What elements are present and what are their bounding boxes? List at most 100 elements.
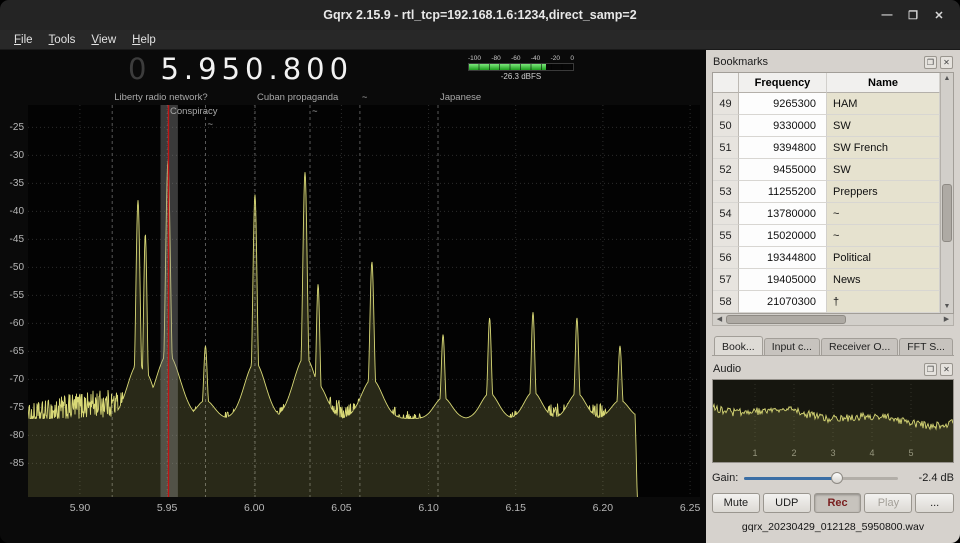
mute-button[interactable]: Mute bbox=[712, 493, 760, 513]
scroll-down-icon[interactable]: ▼ bbox=[941, 301, 953, 313]
bookmark-name: † bbox=[827, 291, 940, 313]
frequency-display[interactable]: 05.950.800 bbox=[128, 52, 353, 86]
bookmark-row[interactable]: 5619344800Political bbox=[713, 247, 940, 269]
bookmark-name: News bbox=[827, 269, 940, 291]
bookmark-frequency: 13780000 bbox=[739, 203, 827, 225]
bookmark-name: ~ bbox=[827, 225, 940, 247]
bookmark-frequency: 9394800 bbox=[739, 137, 827, 159]
bookmark-name: ~ bbox=[827, 203, 940, 225]
meter-scale-label: -100 bbox=[468, 55, 481, 62]
y-axis-label: -45 bbox=[0, 234, 24, 245]
meter-fill bbox=[469, 64, 546, 70]
bookmark-name: HAM bbox=[827, 93, 940, 115]
bookmark-frequency: 9455000 bbox=[739, 159, 827, 181]
bookmark-row[interactable]: 519394800SW French bbox=[713, 137, 940, 159]
tab-ffts[interactable]: FFT S... bbox=[899, 338, 953, 355]
menu-tools[interactable]: Tools bbox=[41, 32, 84, 48]
tab-receivero[interactable]: Receiver O... bbox=[821, 338, 898, 355]
meter-scale-label: -20 bbox=[551, 55, 560, 62]
bookmark-frequency: 9330000 bbox=[739, 115, 827, 137]
meter-scale-label: 0 bbox=[570, 55, 574, 62]
bookmark-frequency: 9265300 bbox=[739, 93, 827, 115]
bookmark-row[interactable]: 5515020000~ bbox=[713, 225, 940, 247]
bookmark-tag[interactable]: ~ bbox=[362, 92, 368, 103]
bookmark-frequency: 19405000 bbox=[739, 269, 827, 291]
x-axis-label: 6.15 bbox=[506, 502, 526, 514]
scroll-left-icon[interactable]: ◀ bbox=[713, 314, 726, 325]
y-axis-label: -65 bbox=[0, 346, 24, 357]
meter-bar bbox=[468, 63, 574, 71]
bookmarks-col-name[interactable]: Name bbox=[827, 73, 940, 93]
bookmarks-header: Bookmarks ❐ ✕ bbox=[712, 54, 954, 70]
maximize-icon[interactable]: ❐ bbox=[900, 9, 926, 22]
horizontal-scrollbar-thumb[interactable] bbox=[726, 315, 846, 324]
menu-help[interactable]: Help bbox=[124, 32, 164, 48]
titlebar[interactable]: Gqrx 2.15.9 - rtl_tcp=192.168.1.6:1234,d… bbox=[0, 0, 960, 30]
bookmark-tag[interactable]: ~ bbox=[312, 106, 318, 117]
bookmark-frequency: 19344800 bbox=[739, 247, 827, 269]
bookmarks-col-frequency[interactable]: Frequency bbox=[739, 73, 827, 93]
window-controls: — ❐ ✕ bbox=[874, 0, 952, 30]
bookmark-name: Preppers bbox=[827, 181, 940, 203]
y-axis-label: -60 bbox=[0, 318, 24, 329]
bookmark-row[interactable]: 5719405000News bbox=[713, 269, 940, 291]
horizontal-scrollbar[interactable]: ◀ ▶ bbox=[712, 314, 954, 326]
bookmarks-float-icon[interactable]: ❐ bbox=[924, 56, 937, 69]
bookmark-tag[interactable]: Japanese bbox=[440, 92, 481, 103]
gain-slider-handle[interactable] bbox=[831, 472, 843, 484]
bookmarks-table: Frequency Name 499265300HAM509330000SW51… bbox=[712, 72, 954, 314]
bookmark-tag[interactable]: Cuban propaganda bbox=[257, 92, 338, 103]
y-axis-label: -70 bbox=[0, 374, 24, 385]
menu-file[interactable]: File bbox=[6, 32, 41, 48]
bookmark-row[interactable]: 499265300HAM bbox=[713, 93, 940, 115]
bookmark-row[interactable]: 529455000SW bbox=[713, 159, 940, 181]
vertical-scrollbar[interactable]: ▲ ▼ bbox=[940, 73, 953, 313]
audio-close-icon[interactable]: ✕ bbox=[940, 363, 953, 376]
bookmark-tag[interactable]: ~ bbox=[207, 119, 213, 130]
bookmark-row-number: 54 bbox=[713, 203, 739, 225]
bookmark-row-number: 55 bbox=[713, 225, 739, 247]
meter-scale: -100-80-60-40-200 bbox=[468, 55, 574, 62]
dock-tabs: Book...Input c...Receiver O...FFT S... bbox=[712, 334, 954, 356]
audio-float-icon[interactable]: ❐ bbox=[924, 363, 937, 376]
y-axis-label: -85 bbox=[0, 458, 24, 469]
bookmark-frequency: 21070300 bbox=[739, 291, 827, 313]
bookmark-row[interactable]: 5311255200Preppers bbox=[713, 181, 940, 203]
udp-button[interactable]: UDP bbox=[763, 493, 811, 513]
minimize-icon[interactable]: — bbox=[874, 9, 900, 21]
bookmark-frequency: 11255200 bbox=[739, 181, 827, 203]
y-axis-label: -30 bbox=[0, 150, 24, 161]
x-axis-label: 6.25 bbox=[680, 502, 700, 514]
x-axis-label: 6.20 bbox=[593, 502, 613, 514]
scroll-up-icon[interactable]: ▲ bbox=[941, 73, 953, 85]
close-icon[interactable]: ✕ bbox=[926, 9, 952, 22]
scroll-right-icon[interactable]: ▶ bbox=[940, 314, 953, 325]
y-axis-label: -55 bbox=[0, 290, 24, 301]
vertical-scrollbar-thumb[interactable] bbox=[942, 184, 952, 242]
bookmarks-close-icon[interactable]: ✕ bbox=[940, 56, 953, 69]
x-axis-label: 6.00 bbox=[244, 502, 264, 514]
bookmark-tag[interactable]: Liberty radio network? bbox=[114, 92, 207, 103]
frequency-value: 5.950.800 bbox=[160, 52, 353, 86]
bookmark-row[interactable]: 509330000SW bbox=[713, 115, 940, 137]
bookmarks-title: Bookmarks bbox=[713, 56, 768, 68]
tab-book[interactable]: Book... bbox=[714, 336, 763, 355]
bookmark-row[interactable]: 5821070300† bbox=[713, 291, 940, 313]
meter-scale-label: -80 bbox=[491, 55, 500, 62]
spectrum-panel: 05.950.800 -100-80-60-40-200 -26.3 dBFS … bbox=[0, 50, 706, 543]
bookmark-tag[interactable]: Conspiracy bbox=[170, 106, 218, 117]
spectrum-plot[interactable] bbox=[28, 105, 700, 497]
window-title: Gqrx 2.15.9 - rtl_tcp=192.168.1.6:1234,d… bbox=[323, 8, 636, 22]
bookmark-row[interactable]: 5413780000~ bbox=[713, 203, 940, 225]
bookmark-name: Political bbox=[827, 247, 940, 269]
menubar: FileToolsViewHelp bbox=[0, 30, 960, 50]
rec-button[interactable]: Rec bbox=[814, 493, 862, 513]
gain-slider-fill bbox=[744, 477, 836, 480]
gain-slider[interactable] bbox=[744, 471, 898, 485]
audio-header: Audio ❐ ✕ bbox=[712, 361, 954, 377]
more-button[interactable]: ... bbox=[915, 493, 954, 513]
y-axis-label: -40 bbox=[0, 206, 24, 217]
menu-view[interactable]: View bbox=[83, 32, 124, 48]
bookmark-row-number: 53 bbox=[713, 181, 739, 203]
tab-inputc[interactable]: Input c... bbox=[764, 338, 820, 355]
